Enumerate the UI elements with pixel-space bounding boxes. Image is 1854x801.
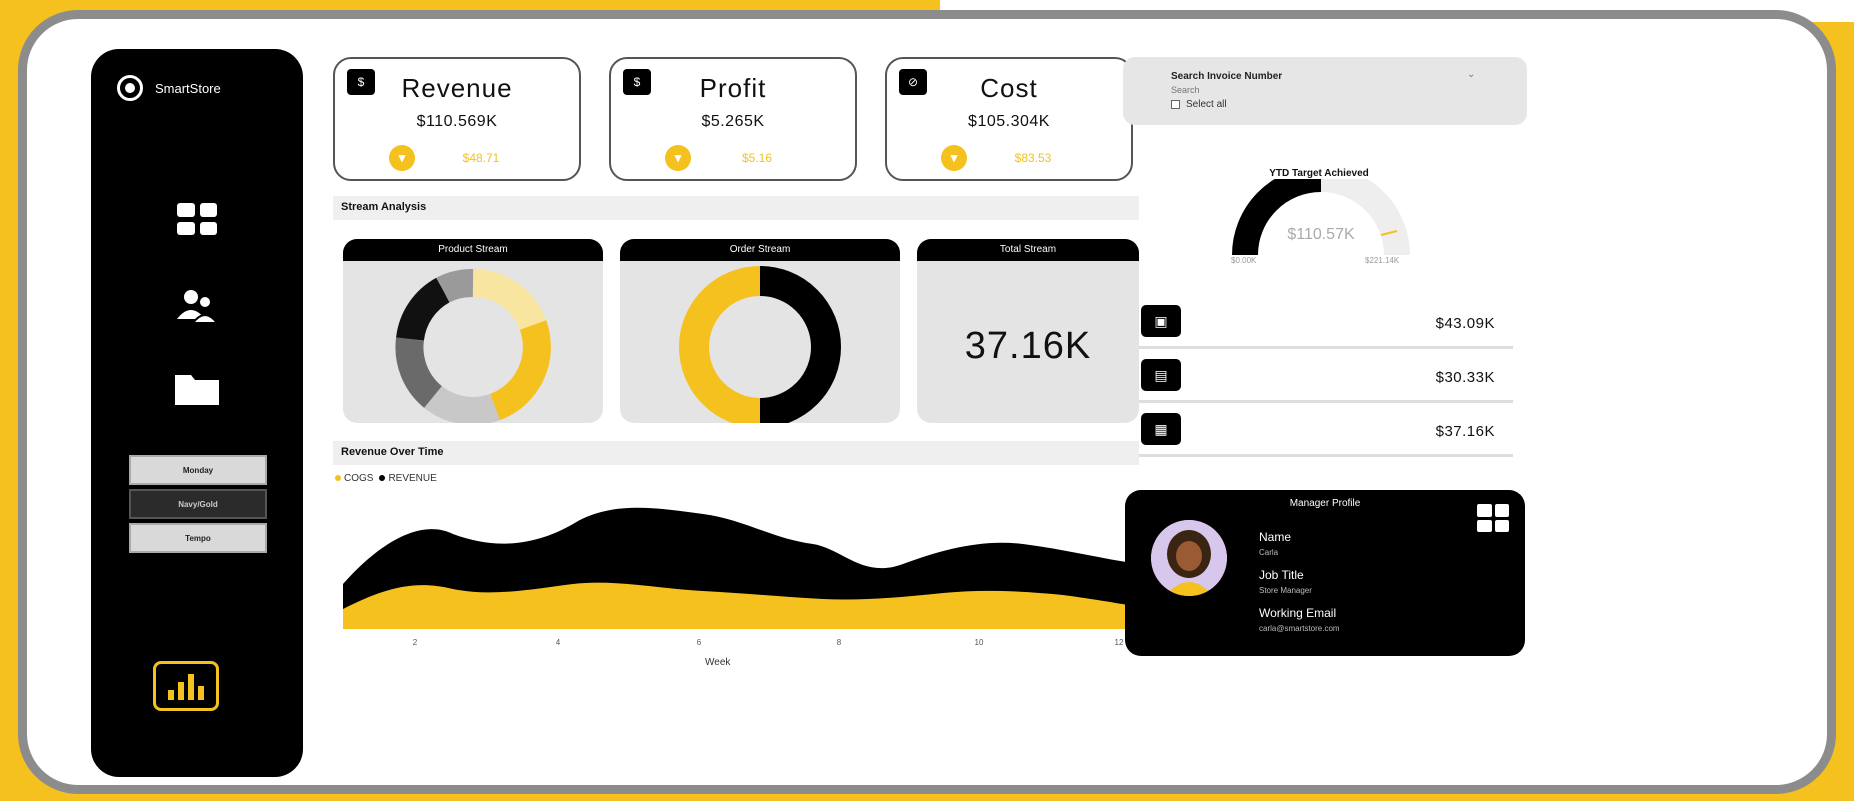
donut-segment-gray [436, 269, 474, 303]
legend-dot [335, 475, 341, 481]
manager-job-title: Store Manager [1259, 586, 1312, 595]
gauge-min: $0.00K [1231, 256, 1257, 265]
x-axis-ticks: 2 4 6 8 10 12 [413, 638, 1124, 647]
legend-label: REVENUE [388, 473, 437, 484]
manager-profile-card: Manager Profile Name Carla Job Title Sto… [1125, 490, 1525, 656]
donut-segment-light-gray [424, 385, 500, 423]
order-stream-donut[interactable] [620, 261, 900, 423]
stream-analysis-header: Stream Analysis [333, 196, 1139, 220]
dashboard-panel: SmartStore Monday Navy/Gold Tempo $ Reve… [71, 49, 1827, 785]
gauge-max: $221.14K [1365, 256, 1400, 265]
x-tick: 12 [1115, 638, 1124, 647]
power-bi-icon[interactable] [153, 661, 219, 711]
x-tick: 2 [413, 638, 418, 647]
x-tick: 10 [975, 638, 984, 647]
kpi-value: $105.304K [968, 113, 1050, 130]
stat-row-card[interactable]: ▤ $30.33K [1139, 359, 1513, 403]
legend-item-cogs[interactable]: COGS [335, 473, 373, 484]
search-input[interactable] [1171, 85, 1371, 95]
trophy-icon: ▾ [941, 145, 967, 171]
users-icon[interactable] [173, 285, 221, 325]
product-stream-title: Product Stream [343, 239, 603, 261]
revenue-area-chart[interactable]: 2 4 6 8 10 12 [343, 489, 1139, 657]
total-stream-value: 37.16K [964, 325, 1092, 367]
sidebar: SmartStore Monday Navy/Gold Tempo [91, 49, 303, 777]
trophy-icon: ▾ [389, 145, 415, 171]
legend-item-revenue[interactable]: REVENUE [379, 473, 437, 484]
search-title: Search Invoice Number [1171, 71, 1283, 82]
working-email-label: Working Email [1259, 606, 1337, 620]
trophy-icon: ▾ [665, 145, 691, 171]
donut-segment-yellow [679, 266, 761, 423]
kpi-title: Cost [980, 73, 1038, 103]
order-stream-title: Order Stream [620, 239, 900, 261]
smartstore-logo-icon [117, 75, 143, 101]
manager-email[interactable]: carla@smartstore.com [1259, 624, 1340, 633]
kpi-title: Revenue [401, 73, 513, 103]
manager-profile-title: Manager Profile [1289, 498, 1361, 509]
select-all-checkbox[interactable]: Select all [1171, 99, 1227, 110]
nav-button-navy-gold[interactable]: Navy/Gold [129, 489, 267, 519]
name-label: Name [1259, 530, 1292, 544]
kpi-delta: $48.71 [462, 151, 500, 165]
kpi-card-cost[interactable]: ⊘ Cost $105.304K ▾ $83.53 [885, 57, 1133, 181]
product-stream-donut[interactable] [343, 261, 603, 423]
invoice-search-slicer[interactable]: Search Invoice Number ⌄ Select all [1123, 57, 1527, 125]
stat-row-bills[interactable]: ▦ $37.16K [1139, 413, 1513, 457]
x-tick: 4 [556, 638, 561, 647]
x-tick: 6 [697, 638, 702, 647]
kpi-value: $110.569K [416, 113, 498, 130]
order-stream-card[interactable]: Order Stream [620, 239, 900, 423]
stat-value: $43.09K [1435, 315, 1495, 332]
select-all-label: Select all [1186, 99, 1227, 110]
x-axis-label: Week [705, 657, 731, 668]
dashboard-grid-icon[interactable] [173, 199, 221, 239]
dashboard-frame: SmartStore Monday Navy/Gold Tempo $ Reve… [18, 10, 1836, 794]
legend-dot [379, 475, 386, 481]
stat-value: $37.16K [1435, 423, 1495, 440]
cash-icon: ▣ [1141, 305, 1181, 337]
nav-button-tempo[interactable]: Tempo [129, 523, 267, 553]
card-icon: ▤ [1141, 359, 1181, 391]
kpi-card-profit[interactable]: $ Profit $5.265K ▾ $5.16 [609, 57, 857, 181]
kpi-title: Profit [699, 73, 767, 103]
bills-icon: ▦ [1141, 413, 1181, 445]
kpi-delta: $5.16 [741, 151, 773, 165]
total-stream-title: Total Stream [917, 239, 1139, 261]
product-stream-card[interactable]: Product Stream [343, 239, 603, 423]
x-tick: 8 [837, 638, 842, 647]
ytd-target-gauge[interactable] [1231, 179, 1411, 259]
folder-icon[interactable] [173, 369, 221, 409]
chart-legend: COGS REVENUE [335, 473, 437, 484]
kpi-value: $5.265K [701, 113, 765, 130]
avatar [1151, 520, 1227, 596]
brand[interactable]: SmartStore [117, 75, 221, 101]
donut-segment-dark-gray [395, 337, 443, 408]
gauge-value: $110.57K [1287, 226, 1355, 243]
donut-segment-black [759, 266, 841, 423]
checkbox-icon[interactable] [1171, 100, 1180, 109]
legend-label: COGS [344, 473, 374, 484]
revenue-over-time-header: Revenue Over Time [333, 441, 1139, 465]
grid-icon[interactable] [1477, 504, 1509, 532]
donut-segment-light-yellow [472, 269, 547, 331]
gauge-title: YTD Target Achieved [1269, 168, 1369, 179]
donut-segment-yellow [489, 320, 551, 421]
chevron-down-icon[interactable]: ⌄ [1467, 69, 1475, 80]
brand-name: SmartStore [155, 80, 221, 96]
stat-row-cash[interactable]: ▣ $43.09K [1139, 305, 1513, 349]
kpi-delta: $83.53 [1014, 151, 1052, 165]
total-stream-card[interactable]: Total Stream 37.16K [917, 239, 1139, 423]
kpi-card-revenue[interactable]: $ Revenue $110.569K ▾ $48.71 [333, 57, 581, 181]
donut-segment-black [396, 277, 451, 342]
job-title-label: Job Title [1259, 568, 1304, 582]
nav-button-monday[interactable]: Monday [129, 455, 267, 485]
stat-value: $30.33K [1435, 369, 1495, 386]
manager-name: Carla [1259, 548, 1279, 557]
